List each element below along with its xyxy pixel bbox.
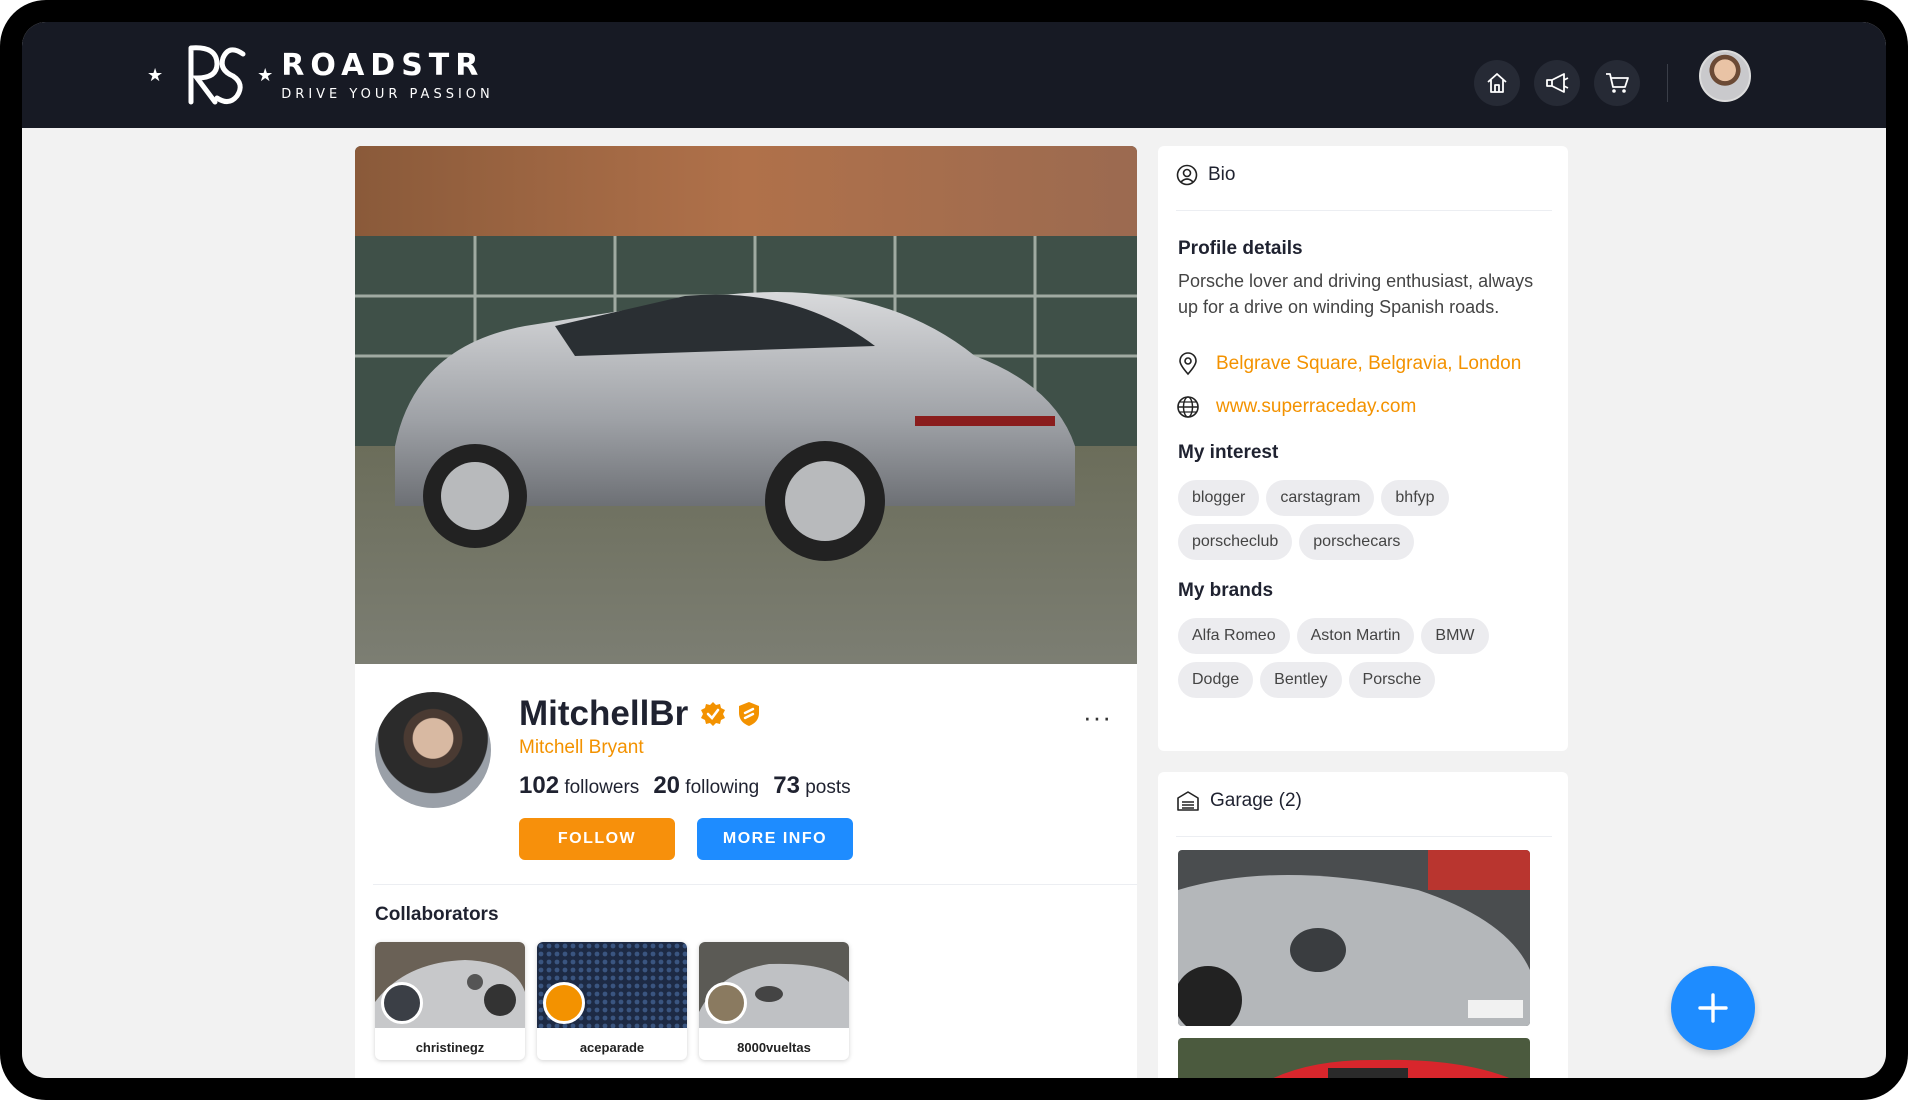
collaborator-name: christinegz — [415, 1040, 485, 1055]
collaborator-card[interactable]: 8000vueltas — [699, 942, 849, 1060]
interest-chip[interactable]: carstagram — [1266, 480, 1375, 516]
collaborator-avatar — [381, 982, 423, 1024]
brand-logo[interactable]: ★ ★ ROADSTR DRIVE YOUR PASSION — [147, 40, 494, 110]
following-stat[interactable]: 20 following — [653, 772, 759, 800]
brands-chips: Alfa Romeo Aston Martin BMW Dodge Bentle… — [1178, 618, 1548, 698]
brand-chip[interactable]: Aston Martin — [1296, 618, 1415, 654]
brand-name: ROADSTR — [281, 47, 485, 83]
brand-text: ROADSTR DRIVE YOUR PASSION — [281, 47, 494, 102]
globe-icon — [1177, 396, 1199, 418]
interests-title: My interest — [1178, 442, 1279, 463]
brand-chip[interactable]: Bentley — [1260, 662, 1342, 698]
home-icon — [1487, 73, 1507, 93]
garage-divider — [1176, 836, 1552, 837]
more-info-button[interactable]: MORE INFO — [697, 818, 853, 860]
cart-button[interactable] — [1594, 60, 1640, 106]
followers-stat[interactable]: 102 followers — [519, 772, 639, 800]
garage-car-image[interactable] — [1178, 1038, 1530, 1078]
shield-badge-icon — [739, 702, 760, 726]
interest-chip[interactable]: bhfyp — [1381, 480, 1449, 516]
interest-chip[interactable]: porscheclub — [1178, 524, 1293, 560]
brand-chip[interactable]: BMW — [1421, 618, 1489, 654]
verified-badge-icon — [701, 702, 726, 726]
profile-username-row: MitchellBr — [519, 694, 760, 734]
brands-title: My brands — [1178, 580, 1274, 601]
bio-divider — [1176, 210, 1552, 211]
brand-chip[interactable]: Porsche — [1348, 662, 1436, 698]
collaborators-title: Collaborators — [375, 904, 499, 925]
profile-details-text: Porsche lover and driving enthusiast, al… — [1178, 271, 1534, 317]
profile-full-name: Mitchell Bryant — [519, 737, 644, 758]
collaborator-avatar — [543, 982, 585, 1024]
bio-card: Bio Profile details Porsche lover and dr… — [1158, 146, 1568, 751]
following-label: following — [685, 777, 760, 798]
garage-icon — [1177, 791, 1199, 811]
interest-chip[interactable]: porschecars — [1299, 524, 1415, 560]
header-divider — [1667, 64, 1668, 102]
more-options-button[interactable]: ··· — [1083, 702, 1112, 733]
create-post-button[interactable] — [1671, 966, 1755, 1050]
megaphone-icon — [1546, 73, 1569, 93]
posts-stat[interactable]: 73 posts — [773, 772, 850, 800]
nav-icons — [1474, 60, 1640, 106]
posts-label: posts — [805, 777, 851, 798]
top-navigation-bar: ★ ★ ROADSTR DRIVE YOUR PASSION — [22, 22, 1886, 128]
posts-count: 73 — [773, 772, 800, 799]
garage-title: Garage (2) — [1210, 790, 1302, 811]
star-icon: ★ — [147, 64, 164, 85]
current-user-avatar[interactable] — [1699, 50, 1751, 102]
profile-stats: 102 followers 20 following 73 posts — [519, 772, 851, 800]
interests-chips: blogger carstagram bhfyp porscheclub por… — [1178, 480, 1548, 560]
section-divider — [373, 884, 1137, 885]
star-icon: ★ — [257, 64, 274, 85]
cart-icon — [1606, 73, 1629, 93]
user-circle-icon — [1176, 164, 1198, 186]
device-frame: ★ ★ ROADSTR DRIVE YOUR PASSION MitchellB… — [0, 0, 1908, 1100]
garage-car-image[interactable] — [1178, 850, 1530, 1026]
brand-tagline: DRIVE YOUR PASSION — [281, 86, 494, 102]
following-count: 20 — [653, 772, 681, 799]
bio-header: Bio — [1176, 164, 1235, 186]
location-pin-icon — [1179, 352, 1197, 376]
garage-header: Garage (2) — [1176, 790, 1302, 812]
profile-username: MitchellBr — [519, 694, 689, 733]
collaborator-name: aceparade — [579, 1040, 645, 1055]
follow-button[interactable]: FOLLOW — [519, 818, 675, 860]
profile-cover-image — [355, 146, 1137, 664]
brand-chip[interactable]: Dodge — [1178, 662, 1254, 698]
website-row[interactable]: www.superraceday.com — [1176, 395, 1416, 419]
followers-label: followers — [564, 777, 640, 798]
plus-icon — [1698, 993, 1728, 1023]
brand-chip[interactable]: Alfa Romeo — [1178, 618, 1290, 654]
interest-chip[interactable]: blogger — [1178, 480, 1260, 516]
home-button[interactable] — [1474, 60, 1520, 106]
website-link[interactable]: www.superraceday.com — [1216, 396, 1416, 418]
collaborator-card[interactable]: aceparade — [537, 942, 687, 1060]
collaborator-name: 8000vueltas — [737, 1040, 811, 1055]
profile-details-title: Profile details — [1178, 238, 1303, 259]
followers-count: 102 — [519, 772, 560, 799]
announcements-button[interactable] — [1534, 60, 1580, 106]
profile-card: MitchellBr Mitchell Bryant 102 followers… — [355, 146, 1137, 1078]
location-row[interactable]: Belgrave Square, Belgravia, London — [1176, 352, 1521, 376]
collaborator-avatar — [705, 982, 747, 1024]
bio-title: Bio — [1208, 164, 1236, 185]
rs-monogram-logo — [188, 45, 246, 105]
collaborator-card[interactable]: christinegz — [375, 942, 525, 1060]
profile-avatar[interactable] — [375, 692, 491, 808]
collaborators-list: christinegz aceparade 8000vueltas — [375, 942, 849, 1060]
app-screen: ★ ★ ROADSTR DRIVE YOUR PASSION MitchellB… — [22, 22, 1886, 1078]
garage-card: Garage (2) — [1158, 772, 1568, 1078]
location-text: Belgrave Square, Belgravia, London — [1216, 353, 1522, 374]
